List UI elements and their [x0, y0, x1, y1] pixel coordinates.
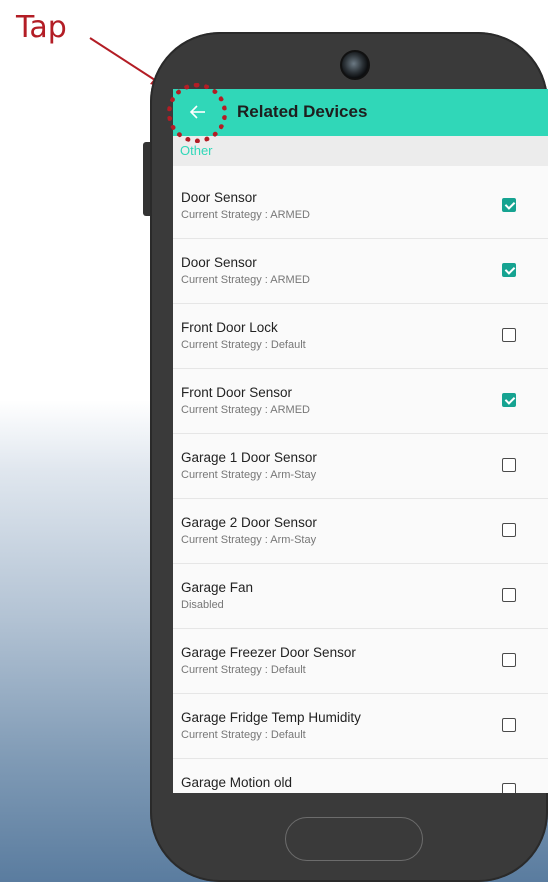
device-checkbox[interactable]: [502, 653, 516, 667]
device-list: Door Sensor Current Strategy : ARMED Door …: [173, 174, 548, 793]
device-checkbox[interactable]: [502, 523, 516, 537]
device-name: Garage Motion old: [181, 775, 293, 790]
device-checkbox[interactable]: [502, 328, 516, 342]
device-status: Current Strategy : Default: [181, 729, 306, 741]
device-name: Garage Fridge Temp Humidity: [181, 710, 361, 725]
device-status: Current Strategy : ARMED: [181, 404, 310, 416]
device-checkbox[interactable]: [502, 718, 516, 732]
device-name: Door Sensor: [181, 190, 257, 205]
phone-screen: Related Devices Other Door Sensor Current…: [173, 89, 548, 793]
list-item[interactable]: Garage 1 Door Sensor Current Strategy : A…: [173, 434, 548, 499]
device-status: Current Strategy : Default: [181, 339, 306, 351]
device-name: Garage 1 Door Sensor: [181, 450, 317, 465]
device-checkbox[interactable]: [502, 198, 516, 212]
device-checkbox[interactable]: [502, 393, 516, 407]
tap-highlight-circle: [167, 83, 227, 143]
device-name: Garage Fan: [181, 580, 254, 595]
section-header: Other: [173, 136, 548, 166]
list-item[interactable]: Door Sensor Current Strategy : ARMED: [173, 174, 548, 239]
device-status: Current Strategy : ARMED: [181, 274, 310, 286]
device-checkbox[interactable]: [502, 458, 516, 472]
device-status: Current Strategy : ARMED: [181, 209, 310, 221]
camera-icon: [340, 50, 370, 80]
list-item[interactable]: Garage Fan Disabled: [173, 564, 548, 629]
list-item[interactable]: Garage Freezer Door Sensor Current Strate…: [173, 629, 548, 694]
page-title: Related Devices: [237, 102, 368, 121]
app-bar: Related Devices: [173, 89, 548, 136]
device-name: Front Door Sensor: [181, 385, 293, 400]
list-item[interactable]: Door Sensor Current Strategy : ARMED: [173, 239, 548, 304]
tap-annotation-label: Tap: [16, 10, 67, 45]
list-item[interactable]: Front Door Lock Current Strategy : Defaul…: [173, 304, 548, 369]
device-name: Garage Freezer Door Sensor: [181, 645, 356, 660]
device-checkbox[interactable]: [502, 263, 516, 277]
list-item[interactable]: Garage Motion oldDisabled: [173, 759, 548, 793]
device-status: Current Strategy : Default: [181, 664, 306, 676]
device-checkbox[interactable]: [502, 783, 516, 793]
list-item[interactable]: Garage 2 Door Sensor Current Strategy : A…: [173, 499, 548, 564]
device-name: Garage 2 Door Sensor: [181, 515, 317, 530]
section-label: Other: [180, 143, 213, 158]
device-status: Disabled: [181, 599, 224, 611]
device-checkbox[interactable]: [502, 588, 516, 602]
device-status: Current Strategy : Arm-Stay: [181, 469, 317, 481]
device-name: Door Sensor: [181, 255, 257, 270]
list-item[interactable]: Garage Fridge Temp Humidity Current Strat…: [173, 694, 548, 759]
home-button[interactable]: [285, 817, 423, 861]
device-name: Front Door Lock: [181, 320, 278, 335]
device-status: Current Strategy : Arm-Stay: [181, 534, 317, 546]
list-item[interactable]: Front Door Sensor Current Strategy : ARME…: [173, 369, 548, 434]
